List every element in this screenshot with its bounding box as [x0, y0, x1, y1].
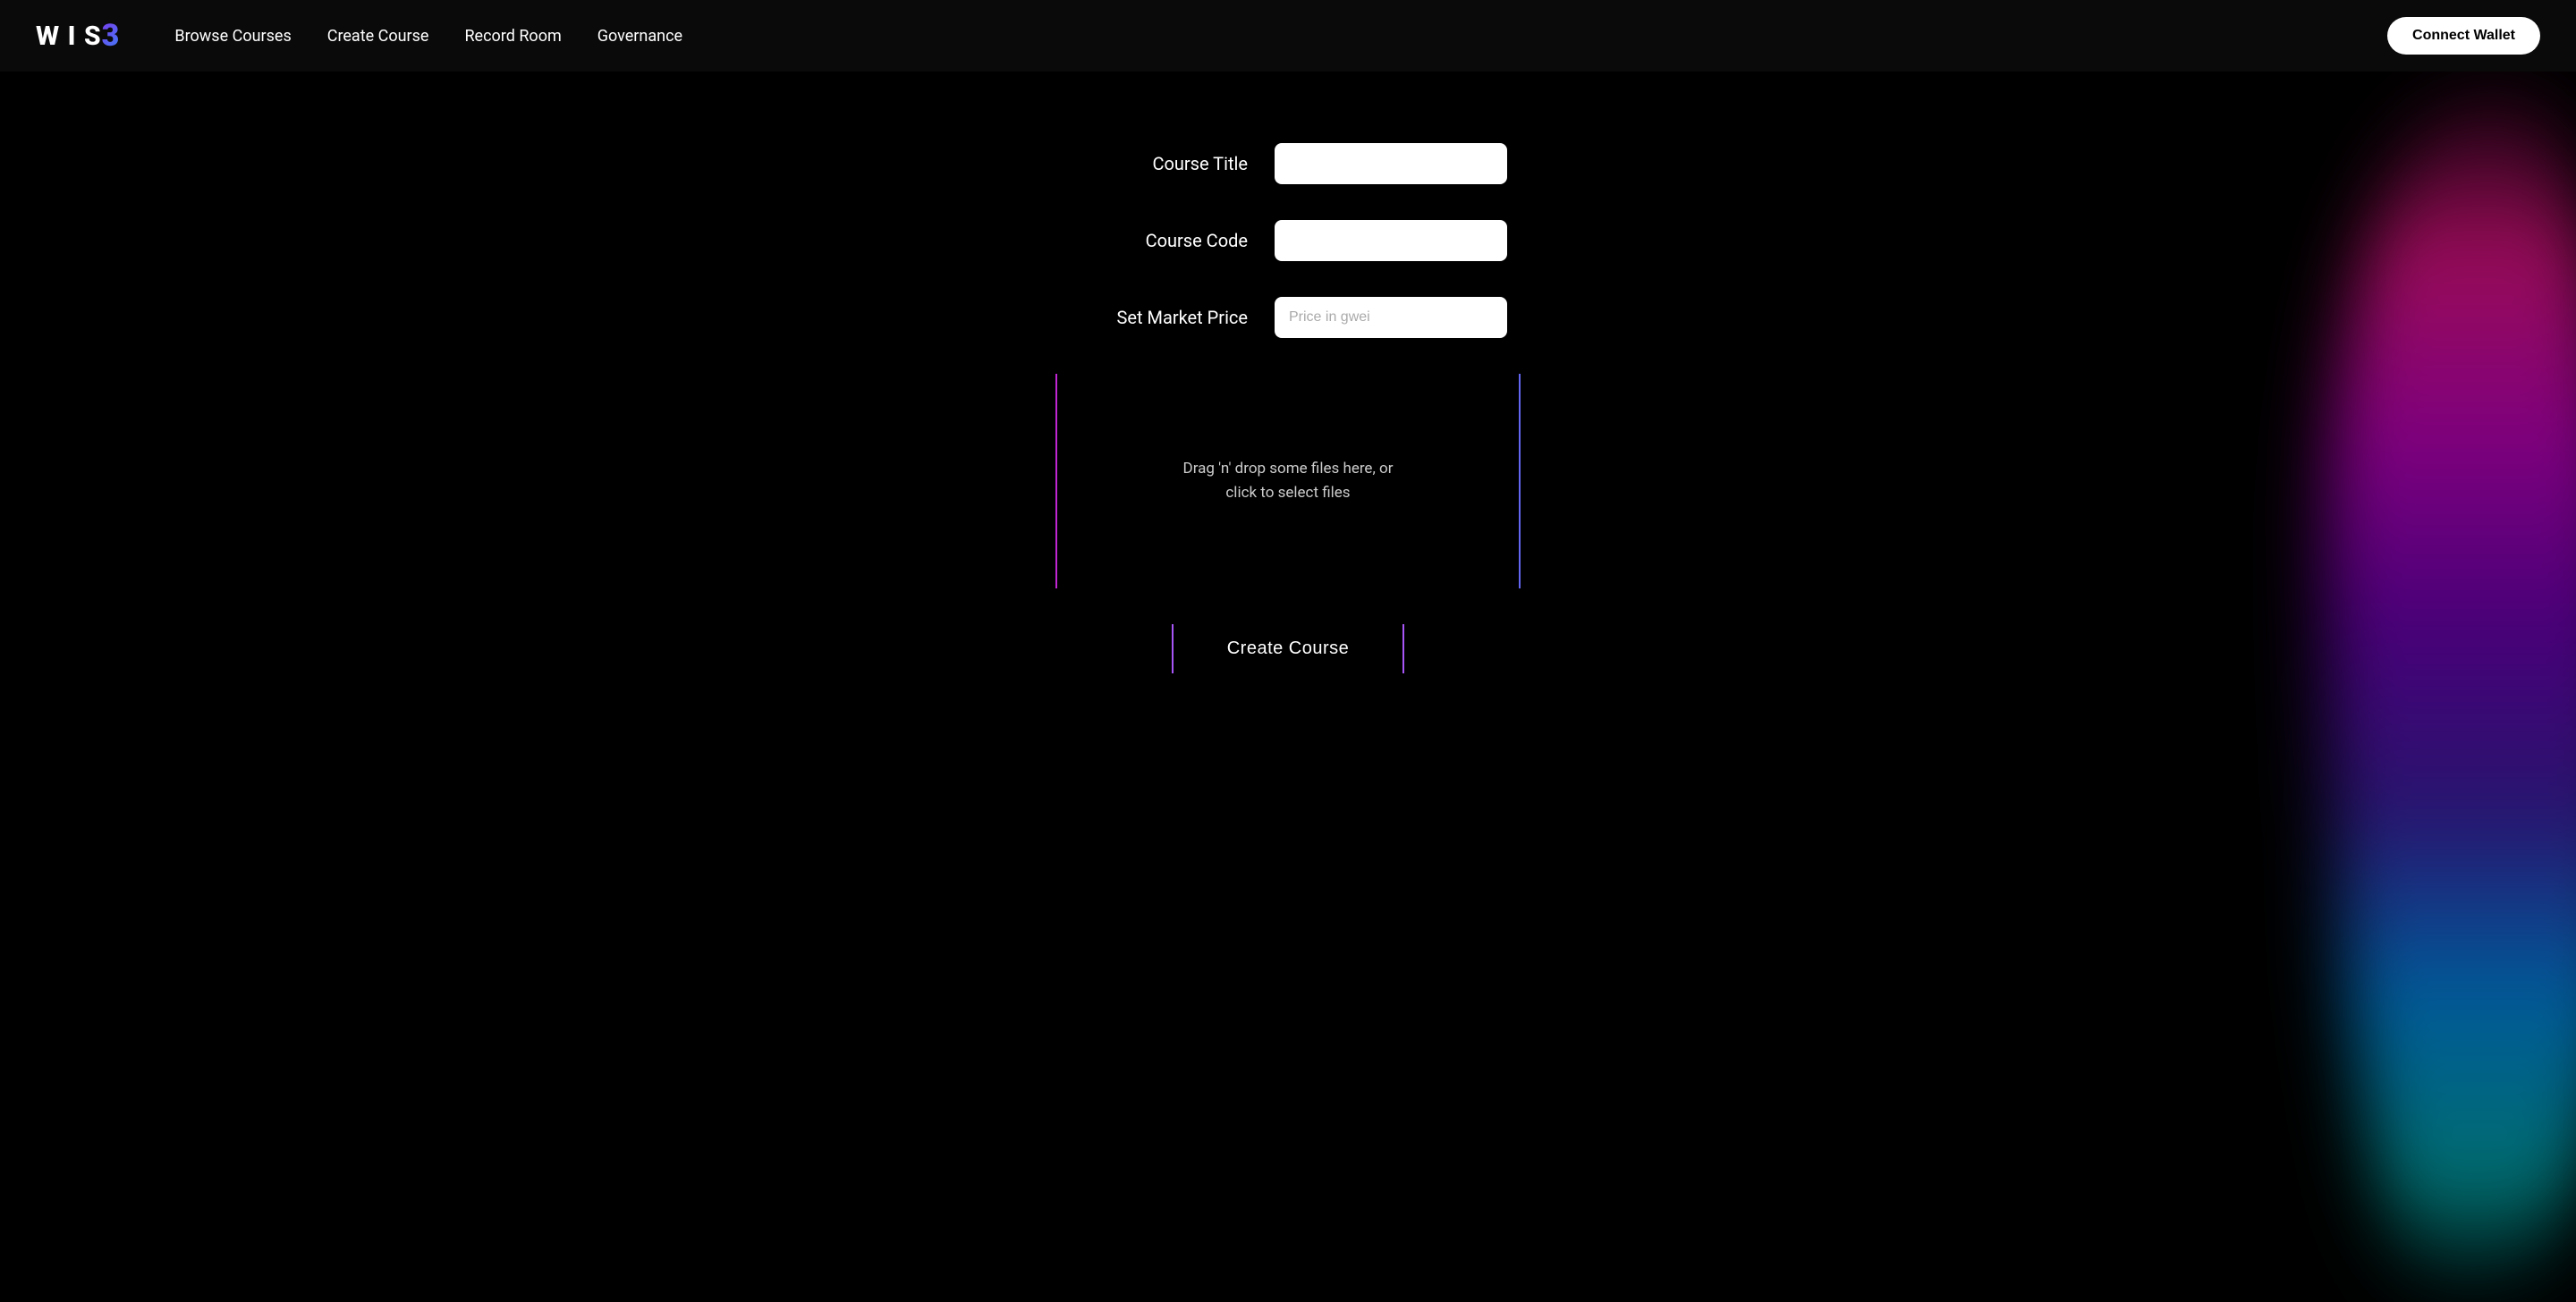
logo-text: W I S	[36, 21, 102, 52]
course-title-input[interactable]	[1275, 143, 1507, 184]
create-course-link[interactable]: Create Course	[327, 27, 429, 46]
create-course-wrapper: Create Course	[975, 624, 1601, 673]
course-code-input[interactable]	[1275, 220, 1507, 261]
nav-item-record-room[interactable]: Record Room	[464, 27, 561, 46]
logo-num: 3	[102, 18, 122, 54]
dropzone-text: Drag 'n' drop some files here, orclick t…	[1183, 457, 1394, 505]
course-title-label: Course Title	[1069, 153, 1248, 174]
main-content: Course Title Course Code Set Market Pric…	[0, 72, 2576, 1302]
logo: W I S 3	[36, 18, 121, 54]
set-market-price-row: Set Market Price	[975, 297, 1601, 338]
create-course-button[interactable]: Create Course	[1172, 624, 1405, 673]
set-market-price-label: Set Market Price	[1069, 307, 1248, 328]
course-code-label: Course Code	[1069, 230, 1248, 251]
connect-wallet-button[interactable]: Connect Wallet	[2387, 17, 2540, 55]
dropzone-wrapper: Drag 'n' drop some files here, orclick t…	[975, 374, 1601, 588]
course-code-row: Course Code	[975, 220, 1601, 261]
create-course-form: Course Title Course Code Set Market Pric…	[975, 143, 1601, 673]
nav-item-browse-courses[interactable]: Browse Courses	[174, 27, 291, 46]
record-room-link[interactable]: Record Room	[464, 27, 561, 46]
course-title-row: Course Title	[975, 143, 1601, 184]
file-dropzone[interactable]: Drag 'n' drop some files here, orclick t…	[1055, 374, 1521, 588]
nav-item-governance[interactable]: Governance	[597, 27, 682, 46]
navbar: W I S 3 Browse Courses Create Course Rec…	[0, 0, 2576, 72]
nav-links: Browse Courses Create Course Record Room…	[174, 27, 2387, 46]
governance-link[interactable]: Governance	[597, 27, 682, 46]
browse-courses-link[interactable]: Browse Courses	[174, 27, 291, 46]
market-price-input[interactable]	[1275, 297, 1507, 338]
nav-item-create-course[interactable]: Create Course	[327, 27, 429, 46]
